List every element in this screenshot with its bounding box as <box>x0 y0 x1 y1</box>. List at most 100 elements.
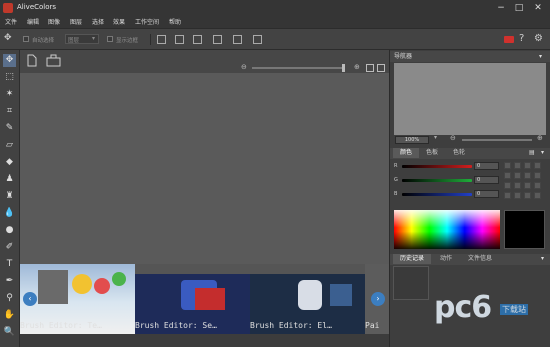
fill-tool-icon[interactable]: ◆ <box>3 156 16 169</box>
align-right-icon[interactable] <box>193 35 202 44</box>
move-tool-icon[interactable]: ✥ <box>3 54 16 67</box>
stamp-tool-icon[interactable]: ♟ <box>3 173 16 186</box>
canvas-area[interactable] <box>20 73 389 264</box>
tab-actions[interactable]: 动作 <box>433 254 459 264</box>
maximize-button[interactable]: □ <box>512 2 526 14</box>
channel-r-value[interactable]: 0 <box>474 162 499 170</box>
marquee-tool-icon[interactable]: ⬚ <box>3 71 16 84</box>
pencil-tool-icon[interactable]: ✐ <box>3 241 16 254</box>
history-snapshot[interactable] <box>393 266 429 300</box>
actual-size-icon[interactable] <box>377 64 385 72</box>
tab-color-wheel[interactable]: 色轮 <box>446 148 472 158</box>
tutorial-thumbnail[interactable]: Brush Editor: Se… <box>135 264 250 334</box>
zoom-out-icon[interactable]: ⊖ <box>241 63 247 71</box>
crop-tool-icon[interactable]: ⌗ <box>3 105 16 118</box>
swatch-grid <box>504 162 544 202</box>
filmstrip-next-button[interactable]: › <box>371 292 385 306</box>
tab-history[interactable]: 历史记录 <box>393 254 431 264</box>
show-bounds-checkbox[interactable] <box>107 36 113 42</box>
blur-tool-icon[interactable]: 💧 <box>3 207 16 220</box>
panel-menu-icon[interactable]: ▾ <box>541 149 544 156</box>
menu-layer[interactable]: 图层 <box>70 17 82 26</box>
menu-file[interactable]: 文件 <box>5 17 17 26</box>
navigator-zoom-slider[interactable] <box>462 139 532 141</box>
eraser-tool-icon[interactable]: ▱ <box>3 139 16 152</box>
hand-tool-icon[interactable]: ✋ <box>3 309 16 322</box>
fit-screen-icon[interactable] <box>366 64 374 72</box>
panel-menu-icon[interactable]: ▾ <box>539 51 542 62</box>
swatch[interactable] <box>504 192 511 199</box>
menu-edit[interactable]: 编辑 <box>27 17 39 26</box>
zoom-slider[interactable] <box>252 67 344 69</box>
eyedropper-tool-icon[interactable]: ⚲ <box>3 292 16 305</box>
zoom-in-icon[interactable]: ⊕ <box>537 134 543 142</box>
open-document-icon[interactable] <box>46 54 61 67</box>
help-icon[interactable]: ? <box>519 33 524 44</box>
align-left-icon[interactable] <box>157 35 166 44</box>
message-icon[interactable] <box>504 36 514 43</box>
navigator-zoom-field[interactable]: 100% <box>395 136 429 144</box>
swatch[interactable] <box>504 172 511 179</box>
tab-color[interactable]: 颜色 <box>393 148 419 158</box>
channel-r-slider[interactable] <box>402 165 472 168</box>
new-document-icon[interactable] <box>27 54 37 67</box>
channel-b-value[interactable]: 0 <box>474 190 499 198</box>
zoom-slider-handle[interactable] <box>342 64 345 72</box>
menu-image[interactable]: 图像 <box>48 17 60 26</box>
swatch[interactable] <box>534 182 541 189</box>
swatch[interactable] <box>504 162 511 169</box>
align-bottom-icon[interactable] <box>253 35 262 44</box>
filmstrip-prev-button[interactable]: ‹ <box>23 292 37 306</box>
channel-g-value[interactable]: 0 <box>474 176 499 184</box>
panel-menu-icon[interactable]: ▾ <box>541 255 544 262</box>
move-options-icon: ✥ <box>4 33 12 43</box>
tab-swatches[interactable]: 色板 <box>419 148 445 158</box>
swatch[interactable] <box>524 192 531 199</box>
minimize-button[interactable]: − <box>494 2 508 14</box>
zoom-in-icon[interactable]: ⊕ <box>354 63 360 71</box>
pen-tool-icon[interactable]: ✒ <box>3 275 16 288</box>
swatch[interactable] <box>514 182 521 189</box>
swatch[interactable] <box>514 192 521 199</box>
current-color-preview[interactable] <box>504 210 545 249</box>
navigator-zoom-dropdown-icon[interactable]: ▾ <box>434 134 437 141</box>
swatch[interactable] <box>514 172 521 179</box>
layer-select-dropdown[interactable]: 图层 ▾ <box>65 34 99 44</box>
close-button[interactable]: ✕ <box>531 2 545 14</box>
autoselect-checkbox[interactable] <box>23 36 29 42</box>
menu-select[interactable]: 选择 <box>92 17 104 26</box>
dodge-tool-icon[interactable]: ● <box>3 224 16 237</box>
swatch[interactable] <box>534 192 541 199</box>
tutorial-thumbnail[interactable]: Brush Editor: Te… <box>20 264 135 334</box>
channel-b-slider[interactable] <box>402 193 472 196</box>
clone-tool-icon[interactable]: ♜ <box>3 190 16 203</box>
align-top-icon[interactable] <box>213 35 222 44</box>
zoom-out-icon[interactable]: ⊖ <box>450 134 456 142</box>
watermark-logo: pc6 <box>434 290 492 325</box>
swatch[interactable] <box>534 162 541 169</box>
tab-file-info[interactable]: 文件信息 <box>461 254 499 264</box>
swatch[interactable] <box>534 172 541 179</box>
color-spectrum[interactable] <box>394 210 500 249</box>
magic-wand-icon[interactable]: ✶ <box>3 88 16 101</box>
align-middle-icon[interactable] <box>233 35 242 44</box>
colors-tabbar: 颜色 色板 色轮 ▤ ▾ <box>390 148 550 159</box>
align-center-icon[interactable] <box>175 35 184 44</box>
swatch[interactable] <box>504 182 511 189</box>
gear-icon[interactable]: ⚙ <box>534 33 543 44</box>
swatch[interactable] <box>514 162 521 169</box>
zoom-tool-icon[interactable]: 🔍 <box>3 326 16 339</box>
tutorial-thumbnail[interactable]: Brush Editor: El… <box>250 264 365 334</box>
swatch[interactable] <box>524 162 531 169</box>
menu-workspace[interactable]: 工作空间 <box>135 17 159 26</box>
document-bar: ⊖ ⊕ <box>20 50 389 73</box>
text-tool-icon[interactable]: T <box>3 258 16 271</box>
menu-effects[interactable]: 效果 <box>113 17 125 26</box>
navigator-preview[interactable] <box>394 63 546 135</box>
channel-g-slider[interactable] <box>402 179 472 182</box>
swatch[interactable] <box>524 182 531 189</box>
menu-help[interactable]: 帮助 <box>169 17 181 26</box>
swatch[interactable] <box>524 172 531 179</box>
panel-options-icon[interactable]: ▤ <box>529 149 535 156</box>
brush-tool-icon[interactable]: ✎ <box>3 122 16 135</box>
